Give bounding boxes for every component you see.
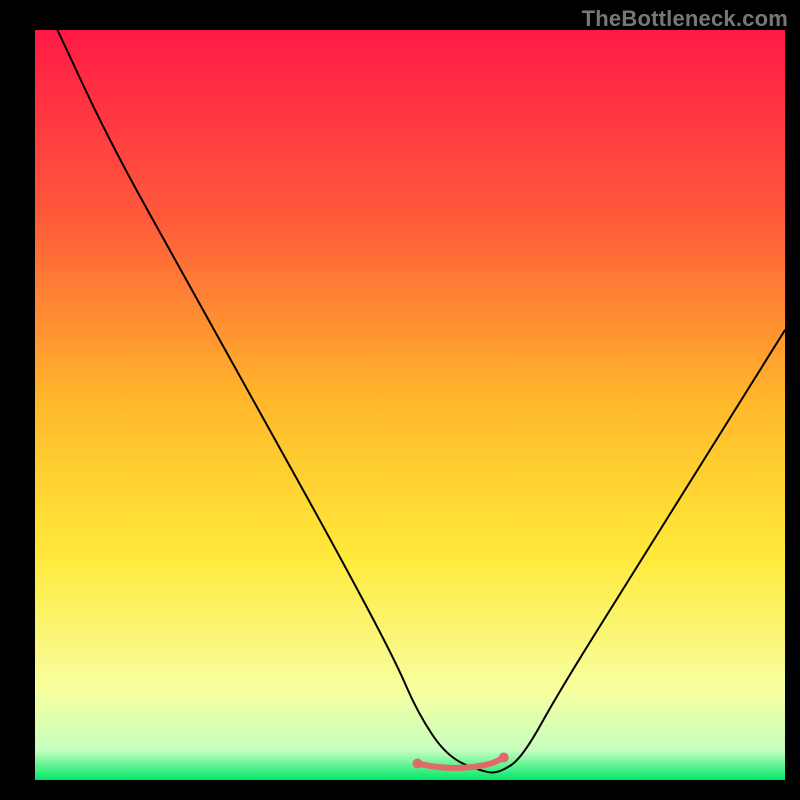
plot-background <box>35 30 785 780</box>
bottleneck-chart <box>0 0 800 800</box>
watermark-text: TheBottleneck.com <box>582 6 788 32</box>
chart-container: TheBottleneck.com <box>0 0 800 800</box>
